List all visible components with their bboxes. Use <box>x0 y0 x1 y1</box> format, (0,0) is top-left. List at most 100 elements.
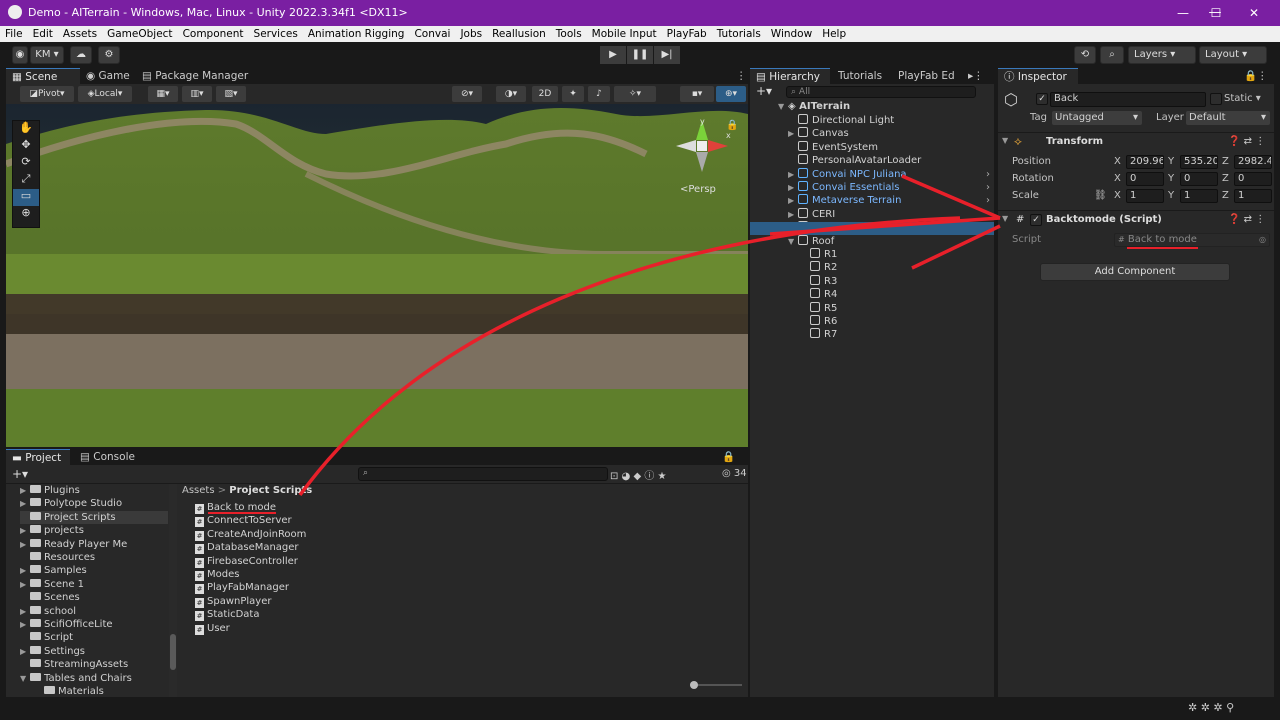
position-z-field[interactable]: 2982.4 <box>1234 155 1272 169</box>
persp-label[interactable]: <Persp <box>680 184 716 195</box>
expand-arrow-icon[interactable]: ▶ <box>20 524 30 537</box>
hierarchy-item[interactable]: ▶ Metaverse Terrain › <box>788 194 990 207</box>
lock-icon[interactable]: 🔒 <box>726 120 738 131</box>
script-file-item[interactable]: # FirebaseController <box>195 555 298 568</box>
tab-overflow-icon[interactable]: ▸⋮ <box>962 68 990 84</box>
script-component-header[interactable]: ▼ # ✓ Backtomode (Script) ❓ ⇄ ⋮ <box>998 210 1274 228</box>
position-y-field[interactable]: 535.20 <box>1180 155 1218 169</box>
tab-hierarchy[interactable]: ▤ Hierarchy <box>750 68 830 84</box>
expand-arrow-icon[interactable]: ▶ <box>20 538 30 551</box>
menu-item-edit[interactable]: Edit <box>28 26 58 42</box>
folder-item[interactable]: Resources <box>20 551 168 564</box>
folder-item[interactable]: ▶ school <box>20 605 168 618</box>
inspector-lock-icon[interactable]: 🔒⋮ <box>1238 68 1274 84</box>
hand-tool-icon[interactable]: ✋ <box>13 121 39 138</box>
scene-root[interactable]: ▼ ◈ AITerrain <box>778 100 850 113</box>
expand-arrow-icon[interactable]: ▼ <box>20 672 30 685</box>
play-button[interactable]: ▶ <box>600 46 626 64</box>
prefab-open-icon[interactable]: › <box>986 168 990 181</box>
account-dropdown[interactable]: KM ▾ <box>30 46 64 64</box>
expand-arrow-icon[interactable]: ▶ <box>788 181 798 194</box>
script-file-item[interactable]: # CreateAndJoinRoom <box>195 528 306 541</box>
menu-item-animation-rigging[interactable]: Animation Rigging <box>303 26 410 42</box>
script-file-item[interactable]: # StaticData <box>195 608 259 622</box>
rotate-tool-icon[interactable]: ⟳ <box>13 155 39 172</box>
hierarchy-item[interactable]: ▶ Convai NPC Juliana › <box>788 167 990 181</box>
folder-item[interactable]: ▶ ScifiOfficeLite <box>20 618 168 631</box>
menu-item-help[interactable]: Help <box>817 26 851 42</box>
menu-item-convai[interactable]: Convai <box>409 26 455 42</box>
rect-tool-icon[interactable]: ▭ <box>13 189 39 206</box>
tab-game[interactable]: ◉ Game <box>80 68 136 84</box>
script-file-item[interactable]: # User <box>195 622 230 635</box>
hierarchy-child-item[interactable]: R7 <box>810 328 837 341</box>
local-dropdown[interactable]: ◈Local▾ <box>78 86 132 102</box>
menu-item-tools[interactable]: Tools <box>551 26 587 42</box>
add-component-button[interactable]: Add Component <box>1040 263 1230 281</box>
close-window-button[interactable]: ✕ <box>1237 3 1271 23</box>
rotation-z-field[interactable]: 0 <box>1234 172 1272 186</box>
menu-item-tutorials[interactable]: Tutorials <box>712 26 766 42</box>
snap-increment-icon[interactable]: ▧▾ <box>216 86 246 102</box>
folder-tree-scrollbar[interactable] <box>169 484 177 697</box>
scale-x-field[interactable]: 1 <box>1126 189 1164 203</box>
folder-item[interactable]: Script <box>20 631 168 644</box>
menu-item-assets[interactable]: Assets <box>58 26 102 42</box>
script-file-item[interactable]: # DatabaseManager <box>195 541 299 555</box>
menu-item-component[interactable]: Component <box>178 26 249 42</box>
breadcrumb-assets[interactable]: Assets <box>182 485 215 496</box>
menu-item-mobile-input[interactable]: Mobile Input <box>587 26 662 42</box>
menu-item-reallusion[interactable]: Reallusion <box>487 26 551 42</box>
hierarchy-child-item[interactable]: R2 <box>810 261 837 274</box>
hierarchy-item[interactable]: ▼ Roof <box>788 234 834 248</box>
2d-toggle[interactable]: 2D <box>532 86 558 102</box>
menu-item-services[interactable]: Services <box>249 26 303 42</box>
hierarchy-item[interactable]: PersonalAvatarLoader <box>788 154 921 167</box>
expand-arrow-icon[interactable]: ▶ <box>20 578 30 591</box>
layer-dropdown[interactable]: Default ▾ <box>1186 111 1270 125</box>
transform-header[interactable]: ▼ ⟡ Transform ❓ ⇄ ⋮ <box>998 132 1274 150</box>
menu-item-file[interactable]: File <box>0 26 28 42</box>
expand-arrow-icon[interactable]: ▶ <box>788 127 798 140</box>
hierarchy-search-input[interactable]: ⌕ All <box>786 86 976 98</box>
expand-arrow-icon[interactable]: ▶ <box>20 497 30 510</box>
hierarchy-child-item[interactable]: R1 <box>810 248 837 261</box>
active-checkbox[interactable]: ✓ <box>1036 93 1048 105</box>
folder-item[interactable]: ▶ Polytope Studio <box>20 497 168 510</box>
script-menu-icons[interactable]: ❓ ⇄ ⋮ <box>1228 214 1265 225</box>
expand-arrow-icon[interactable]: ▶ <box>788 194 798 207</box>
gizmos-icon[interactable]: ⊕▾ <box>716 86 746 102</box>
folder-item[interactable]: Scenes <box>20 591 168 604</box>
menu-item-window[interactable]: Window <box>766 26 817 42</box>
lighting-icon[interactable]: ✦ <box>562 86 584 102</box>
static-dropdown[interactable]: Static ▾ <box>1224 93 1261 104</box>
script-enabled-checkbox[interactable]: ✓ <box>1030 214 1042 226</box>
shading-mode-icon[interactable]: ◑▾ <box>496 86 526 102</box>
expand-arrow-icon[interactable]: ▼ <box>788 235 798 248</box>
history-icon[interactable]: ⟲ <box>1074 46 1096 64</box>
tab-scene[interactable]: ▦ Scene <box>6 68 80 84</box>
menu-item-playfab[interactable]: PlayFab <box>662 26 712 42</box>
move-tool-icon[interactable]: ✥ <box>13 138 39 155</box>
hierarchy-child-item[interactable]: R6 <box>810 315 837 328</box>
script-file-item[interactable]: # ConnectToServer <box>195 514 292 528</box>
folder-item[interactable]: ▶ Scene 1 <box>20 578 168 591</box>
step-button[interactable]: ▶| <box>654 46 680 64</box>
icon-size-slider[interactable] <box>690 681 742 689</box>
hierarchy-item[interactable]: Directional Light <box>788 114 894 127</box>
prefab-open-icon[interactable]: › <box>986 194 990 207</box>
create-object-button[interactable]: +▾ <box>756 84 772 98</box>
expand-arrow-icon[interactable]: ▶ <box>20 484 30 497</box>
transform-tool-icon[interactable]: ⊕ <box>13 206 39 223</box>
tab-playfab[interactable]: PlayFab Ed <box>892 68 962 84</box>
project-search-input[interactable]: ⌕ <box>358 467 608 481</box>
folder-item[interactable]: ▼ Tables and Chairs <box>20 672 168 685</box>
tab-tutorials[interactable]: Tutorials <box>832 68 888 84</box>
expand-arrow-icon[interactable]: ▶ <box>788 208 798 221</box>
hierarchy-item[interactable]: ▶ Convai Essentials › <box>788 181 990 194</box>
hierarchy-child-item[interactable]: R3 <box>810 274 837 288</box>
expand-arrow-icon[interactable]: ▶ <box>20 605 30 618</box>
tab-package-manager[interactable]: ▤ Package Manager <box>136 68 254 84</box>
camera-icon[interactable]: ▪▾ <box>680 86 714 102</box>
expand-arrow-icon[interactable]: ▶ <box>20 618 30 631</box>
